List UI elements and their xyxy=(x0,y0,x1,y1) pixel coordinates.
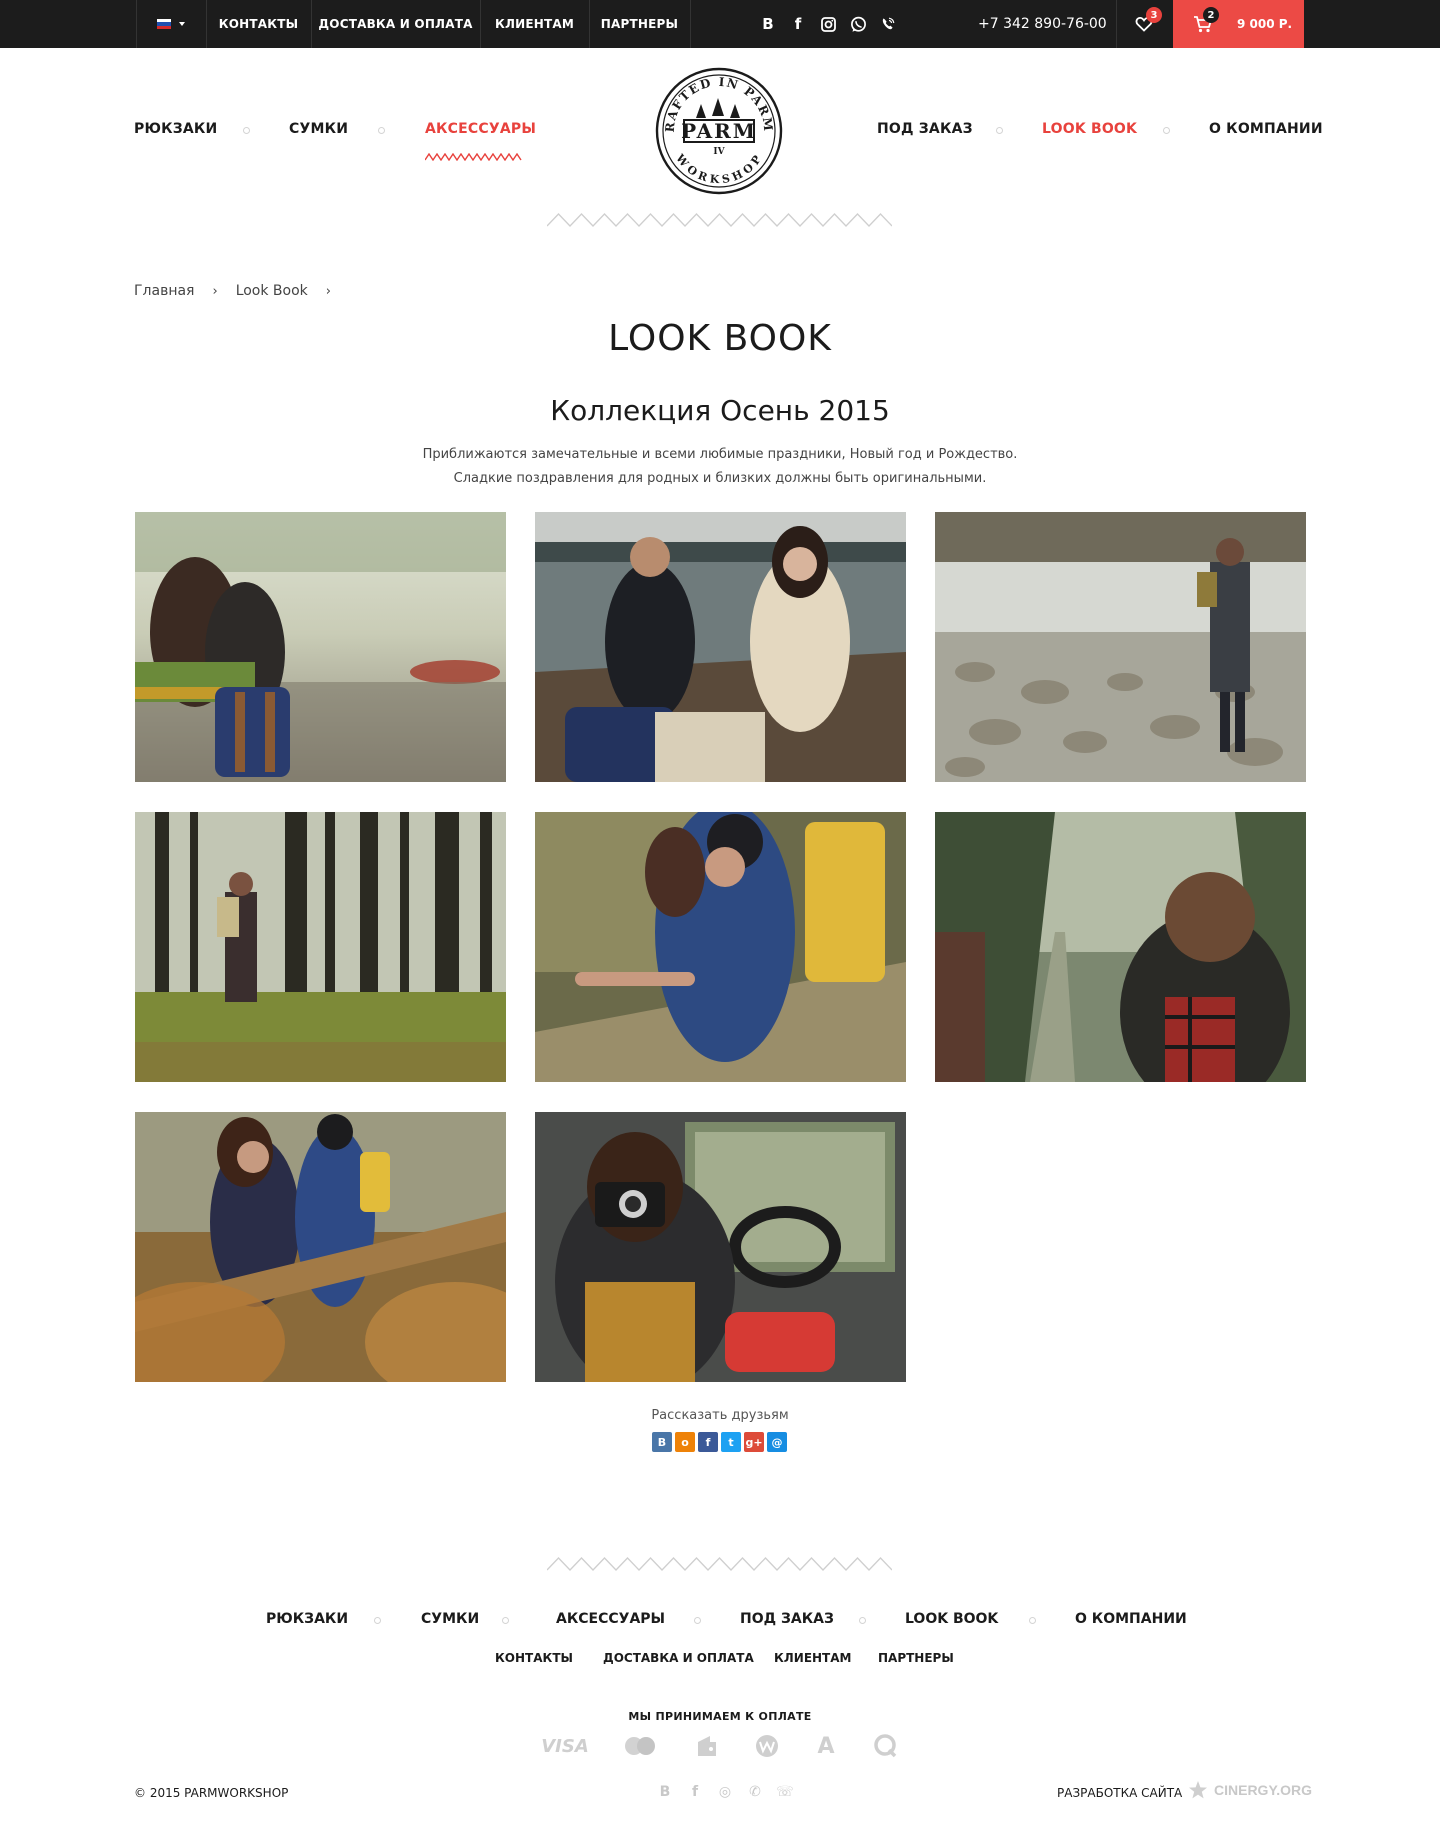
whatsapp-icon[interactable] xyxy=(848,13,868,35)
nav-about[interactable]: О КОМПАНИИ xyxy=(1209,121,1323,137)
cart-total: 9 000 Р. xyxy=(1237,17,1293,31)
lookbook-photo[interactable] xyxy=(535,1112,906,1382)
intro-line: Приближаются замечательные и всеми любим… xyxy=(422,447,1018,462)
breadcrumb-separator: › xyxy=(212,283,218,299)
phone-number[interactable]: +7 342 890-76-00 xyxy=(978,0,1107,48)
lookbook-photo[interactable] xyxy=(135,812,506,1082)
nav-custom-order[interactable]: ПОД ЗАКАЗ xyxy=(877,121,973,137)
topnav-clients[interactable]: КЛИЕНТАМ xyxy=(480,0,589,48)
collection-title: Коллекция Осень 2015 xyxy=(550,394,890,427)
nav-bags[interactable]: СУМКИ xyxy=(289,121,348,137)
logo-brand-text: PARM xyxy=(681,119,757,143)
favorites-button[interactable]: 3 xyxy=(1116,0,1172,48)
cart-button[interactable]: 2 9 000 Р. xyxy=(1173,0,1304,48)
breadcrumb: Главная › Look Book › xyxy=(134,283,349,299)
facebook-icon[interactable]: f xyxy=(686,1783,704,1801)
logo-numeral: IV xyxy=(713,147,725,157)
share-button[interactable]: B xyxy=(652,1432,672,1452)
viber-icon[interactable] xyxy=(878,13,898,35)
footer-nav-custom-order[interactable]: ПОД ЗАКАЗ xyxy=(740,1611,834,1627)
footer-subnav-contacts[interactable]: КОНТАКТЫ xyxy=(495,1651,573,1665)
share-button[interactable]: g+ xyxy=(744,1432,764,1452)
social-links: B f xyxy=(758,13,898,35)
nav-look-book[interactable]: LOOK BOOK xyxy=(1042,121,1137,137)
nav-backpacks[interactable]: РЮКЗАКИ xyxy=(134,121,217,137)
nav-divider-dot xyxy=(996,127,1003,134)
nav-divider-dot xyxy=(1163,127,1170,134)
breadcrumb-home[interactable]: Главная xyxy=(134,283,194,299)
topnav-delivery[interactable]: ДОСТАВКА И ОПЛАТА xyxy=(311,0,480,48)
share-buttons: Bo f t g+ @ xyxy=(652,1432,787,1452)
viber-icon[interactable]: ☏ xyxy=(776,1783,794,1801)
lookbook-photo[interactable] xyxy=(935,812,1306,1082)
lookbook-photo[interactable] xyxy=(535,512,906,782)
alfa-bank-icon: A xyxy=(817,1733,835,1759)
instagram-icon[interactable]: ◎ xyxy=(716,1783,734,1801)
footer-subnav-clients[interactable]: КЛИЕНТАМ xyxy=(774,1651,851,1665)
top-bar: КОНТАКТЫ ДОСТАВКА И ОПЛАТА КЛИЕНТАМ ПАРТ… xyxy=(0,0,1440,48)
footer-nav-accessories[interactable]: АКСЕССУАРЫ xyxy=(556,1611,665,1627)
yandex-money-icon xyxy=(693,1732,721,1760)
facebook-icon[interactable]: f xyxy=(788,13,808,35)
breadcrumb-separator: › xyxy=(325,283,331,299)
developer-label: РАЗРАБОТКА САЙТА xyxy=(1057,1786,1183,1800)
visa-icon: VISA xyxy=(541,1735,589,1757)
star-icon xyxy=(1189,1781,1207,1799)
parm-workshop-logo[interactable]: CRAFTED IN PARMA WORKSHOP PARM IV xyxy=(654,66,784,196)
nav-divider-dot xyxy=(378,127,385,134)
collection-intro: Приближаются замечательные и всеми любим… xyxy=(0,443,1440,491)
whatsapp-icon[interactable]: ✆ xyxy=(746,1783,764,1801)
nav-divider-dot xyxy=(502,1617,509,1624)
footer-nav-bags[interactable]: СУМКИ xyxy=(421,1611,479,1627)
share-button[interactable]: f xyxy=(698,1432,718,1452)
nav-divider-dot xyxy=(694,1617,701,1624)
nav-divider-dot xyxy=(243,127,250,134)
copyright: © 2015 PARMWORKSHOP xyxy=(134,1786,289,1800)
footer-nav-backpacks[interactable]: РЮКЗАКИ xyxy=(266,1611,348,1627)
developer-logo[interactable]: CINERGY.ORG xyxy=(1188,1780,1312,1800)
topnav-partners[interactable]: ПАРТНЕРЫ xyxy=(589,0,690,48)
webmoney-icon xyxy=(754,1732,780,1760)
footer-subnav-partners[interactable]: ПАРТНЕРЫ xyxy=(878,1651,954,1665)
share-label: Рассказать друзьям xyxy=(651,1408,789,1423)
nav-accessories[interactable]: АКСЕССУАРЫ xyxy=(425,121,536,137)
cart-count-badge: 2 xyxy=(1203,7,1219,23)
share-button[interactable]: o xyxy=(675,1432,695,1452)
share-button[interactable]: t xyxy=(721,1432,741,1452)
page-title: LOOK BOOK xyxy=(608,318,832,359)
topnav-contacts[interactable]: КОНТАКТЫ xyxy=(206,0,311,48)
vk-icon[interactable]: B xyxy=(656,1783,674,1801)
russia-flag-icon xyxy=(157,19,171,29)
developer-brand: CINERGY.ORG xyxy=(1214,1782,1313,1798)
breadcrumb-current: Look Book xyxy=(235,283,308,299)
lookbook-photo[interactable] xyxy=(935,512,1306,782)
footer-nav-about[interactable]: О КОМПАНИИ xyxy=(1075,1611,1187,1627)
divider xyxy=(690,0,691,48)
qiwi-icon xyxy=(873,1732,899,1760)
nav-divider-dot xyxy=(374,1617,381,1624)
lookbook-photo[interactable] xyxy=(535,812,906,1082)
zigzag-divider xyxy=(547,213,892,227)
caret-down-icon xyxy=(179,22,185,26)
footer-nav-look-book[interactable]: LOOK BOOK xyxy=(905,1611,998,1627)
active-nav-underline xyxy=(425,153,522,161)
intro-line: Сладкие поздравления для родных и близки… xyxy=(453,471,987,486)
language-selector[interactable] xyxy=(136,0,206,48)
mastercard-icon xyxy=(622,1732,658,1760)
footer-social-links: B f ◎ ✆ ☏ xyxy=(656,1783,794,1801)
zigzag-divider xyxy=(547,1557,892,1571)
nav-divider-dot xyxy=(1029,1617,1036,1624)
nav-divider-dot xyxy=(859,1617,866,1624)
vk-icon[interactable]: B xyxy=(758,13,778,35)
instagram-icon[interactable] xyxy=(818,13,838,35)
payment-label: МЫ ПРИНИМАЕМ К ОПЛАТЕ xyxy=(628,1710,812,1723)
share-button[interactable]: @ xyxy=(767,1432,787,1452)
lookbook-photo[interactable] xyxy=(135,512,506,782)
footer-subnav-delivery[interactable]: ДОСТАВКА И ОПЛАТА xyxy=(603,1651,754,1665)
favorites-count-badge: 3 xyxy=(1146,7,1162,23)
lookbook-photo[interactable] xyxy=(135,1112,506,1382)
